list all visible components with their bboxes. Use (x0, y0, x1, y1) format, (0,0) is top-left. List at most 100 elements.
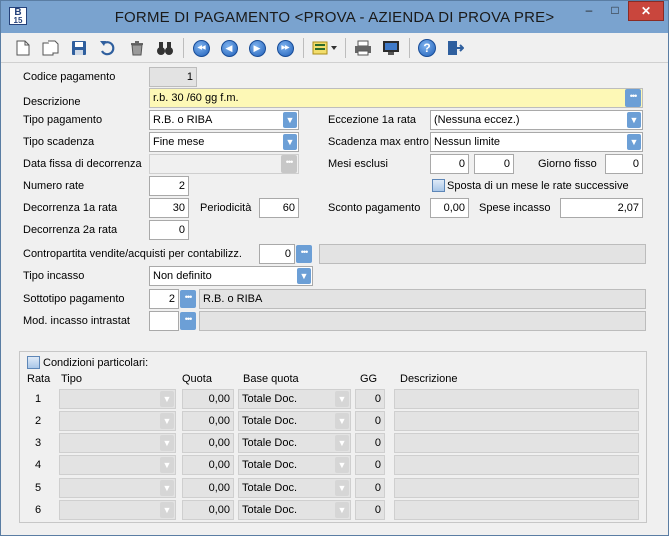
scadenza-max-value: Nessun limite (434, 136, 501, 148)
toolbar-separator (183, 38, 184, 58)
toolbar: ◀◀ ◀ ▶ ▶▶ ? (1, 33, 668, 63)
preview-monitor-icon[interactable] (381, 38, 401, 58)
data-fissa-lookup-button: ••• (281, 155, 297, 173)
chevron-down-icon: ▼ (160, 413, 174, 429)
tipo-pagamento-select[interactable]: R.B. o RIBA ▼ (149, 110, 299, 130)
row-quota-field: 0,00 (182, 389, 234, 409)
row-tipo-select: ▼ (59, 500, 176, 520)
numero-rate-field[interactable]: 2 (149, 176, 189, 196)
row-base-quota-select: Totale Doc. ▼ (238, 433, 351, 453)
row-base-quota-select: Totale Doc. ▼ (238, 455, 351, 475)
descrizione-lookup-button[interactable]: ••• (625, 89, 641, 107)
copy-document-icon[interactable] (41, 38, 61, 58)
tipo-scadenza-select[interactable]: Fine mese ▼ (149, 132, 299, 152)
chevron-down-icon: ▼ (335, 435, 349, 451)
codice-pagamento-field[interactable]: 1 (149, 67, 197, 87)
row-gg-field: 0 (355, 389, 385, 409)
chevron-down-icon[interactable]: ▼ (297, 268, 311, 284)
row-gg-field: 0 (355, 455, 385, 475)
contropartita-lookup-button[interactable]: ••• (296, 245, 312, 263)
mod-incasso-field[interactable] (149, 311, 179, 331)
numero-rate-label: Numero rate (23, 180, 85, 192)
decorrenza-1a-rata-label: Decorrenza 1a rata (23, 202, 118, 214)
delete-icon[interactable] (127, 38, 147, 58)
mesi-esclusi-field-1[interactable]: 0 (430, 154, 469, 174)
chevron-down-icon: ▼ (335, 413, 349, 429)
sconto-pagamento-field[interactable]: 0,00 (430, 198, 469, 218)
sottotipo-pagamento-field[interactable]: 2 (149, 289, 179, 309)
periodicita-field[interactable]: 60 (259, 198, 299, 218)
mod-incasso-label: Mod. incasso intrastat (23, 315, 130, 327)
row-tipo-select: ▼ (59, 389, 176, 409)
first-record-icon[interactable]: ◀◀ (191, 38, 211, 58)
spese-incasso-field[interactable]: 2,07 (560, 198, 643, 218)
row-base-quota-value: Totale Doc. (242, 459, 298, 471)
title-bar[interactable]: B 15 FORME DI PAGAMENTO <PROVA - AZIENDA… (1, 1, 668, 33)
condizioni-particolari-checkbox[interactable] (27, 356, 40, 369)
row-quota-field: 0,00 (182, 455, 234, 475)
row-base-quota-select: Totale Doc. ▼ (238, 500, 351, 520)
row-gg-field: 0 (355, 411, 385, 431)
eccezione-label: Eccezione 1a rata (328, 114, 417, 126)
chevron-down-icon[interactable]: ▼ (627, 134, 641, 150)
scadenza-max-select[interactable]: Nessun limite ▼ (430, 132, 643, 152)
mod-incasso-lookup-button[interactable]: ••• (180, 312, 196, 330)
mesi-esclusi-label: Mesi esclusi (328, 158, 388, 170)
column-header-quota: Quota (182, 373, 212, 385)
undo-icon[interactable] (97, 38, 117, 58)
sottotipo-lookup-button[interactable]: ••• (180, 290, 196, 308)
chevron-down-icon: ▼ (160, 457, 174, 473)
row-rata: 1 (35, 393, 42, 405)
tipo-incasso-label: Tipo incasso (23, 270, 85, 282)
eccezione-select[interactable]: (Nessuna eccez.) ▼ (430, 110, 643, 130)
chevron-down-icon: ▼ (335, 480, 349, 496)
tipo-incasso-select[interactable]: Non definito ▼ (149, 266, 313, 286)
periodicita-label: Periodicità (200, 202, 252, 214)
contropartita-label: Contropartita vendite/acquisti per conta… (23, 248, 242, 260)
help-icon[interactable]: ? (417, 38, 437, 58)
chevron-down-icon[interactable]: ▼ (283, 134, 297, 150)
contropartita-field[interactable]: 0 (259, 244, 295, 264)
tipo-pagamento-label: Tipo pagamento (23, 114, 103, 126)
row-base-quota-value: Totale Doc. (242, 393, 298, 405)
row-base-quota-select: Totale Doc. ▼ (238, 389, 351, 409)
spese-incasso-label: Spese incasso (479, 202, 551, 214)
sottotipo-pagamento-label: Sottotipo pagamento (23, 293, 125, 305)
minimize-button[interactable]: – (576, 1, 602, 21)
maximize-button[interactable]: □ (602, 1, 628, 21)
codice-pagamento-label: Codice pagamento (23, 71, 116, 83)
descrizione-field[interactable]: r.b. 30 /60 gg f.m. (149, 88, 643, 108)
row-gg-field: 0 (355, 478, 385, 498)
last-record-icon[interactable]: ▶▶ (275, 38, 295, 58)
next-record-icon[interactable]: ▶ (247, 38, 267, 58)
row-base-quota-value: Totale Doc. (242, 415, 298, 427)
row-rata: 3 (35, 437, 42, 449)
row-quota-field: 0,00 (182, 478, 234, 498)
chevron-down-icon: ▼ (335, 391, 349, 407)
chevron-down-icon: ▼ (160, 435, 174, 451)
chevron-down-icon[interactable]: ▼ (627, 112, 641, 128)
row-rata: 6 (35, 504, 42, 516)
mesi-esclusi-field-2[interactable]: 0 (474, 154, 514, 174)
column-header-tipo: Tipo (61, 373, 82, 385)
sposta-rate-checkbox[interactable] (432, 179, 445, 192)
decorrenza-2a-rata-field[interactable]: 0 (149, 220, 189, 240)
close-button[interactable]: ✕ (628, 1, 664, 21)
chevron-down-icon[interactable]: ▼ (283, 112, 297, 128)
print-icon[interactable] (353, 38, 373, 58)
row-descrizione-field (394, 500, 639, 520)
previous-record-icon[interactable]: ◀ (219, 38, 239, 58)
save-icon[interactable] (69, 38, 89, 58)
chevron-down-icon: ▼ (160, 502, 174, 518)
list-options-icon[interactable] (311, 38, 339, 58)
giorno-fisso-field[interactable]: 0 (605, 154, 643, 174)
sottotipo-description: R.B. o RIBA (199, 289, 646, 309)
giorno-fisso-label: Giorno fisso (538, 158, 597, 170)
chevron-down-icon: ▼ (335, 502, 349, 518)
decorrenza-1a-rata-field[interactable]: 30 (149, 198, 189, 218)
row-rata: 5 (35, 482, 42, 494)
new-document-icon[interactable] (13, 38, 33, 58)
exit-icon[interactable] (445, 38, 465, 58)
toolbar-separator (409, 38, 410, 58)
search-binoculars-icon[interactable] (155, 38, 175, 58)
